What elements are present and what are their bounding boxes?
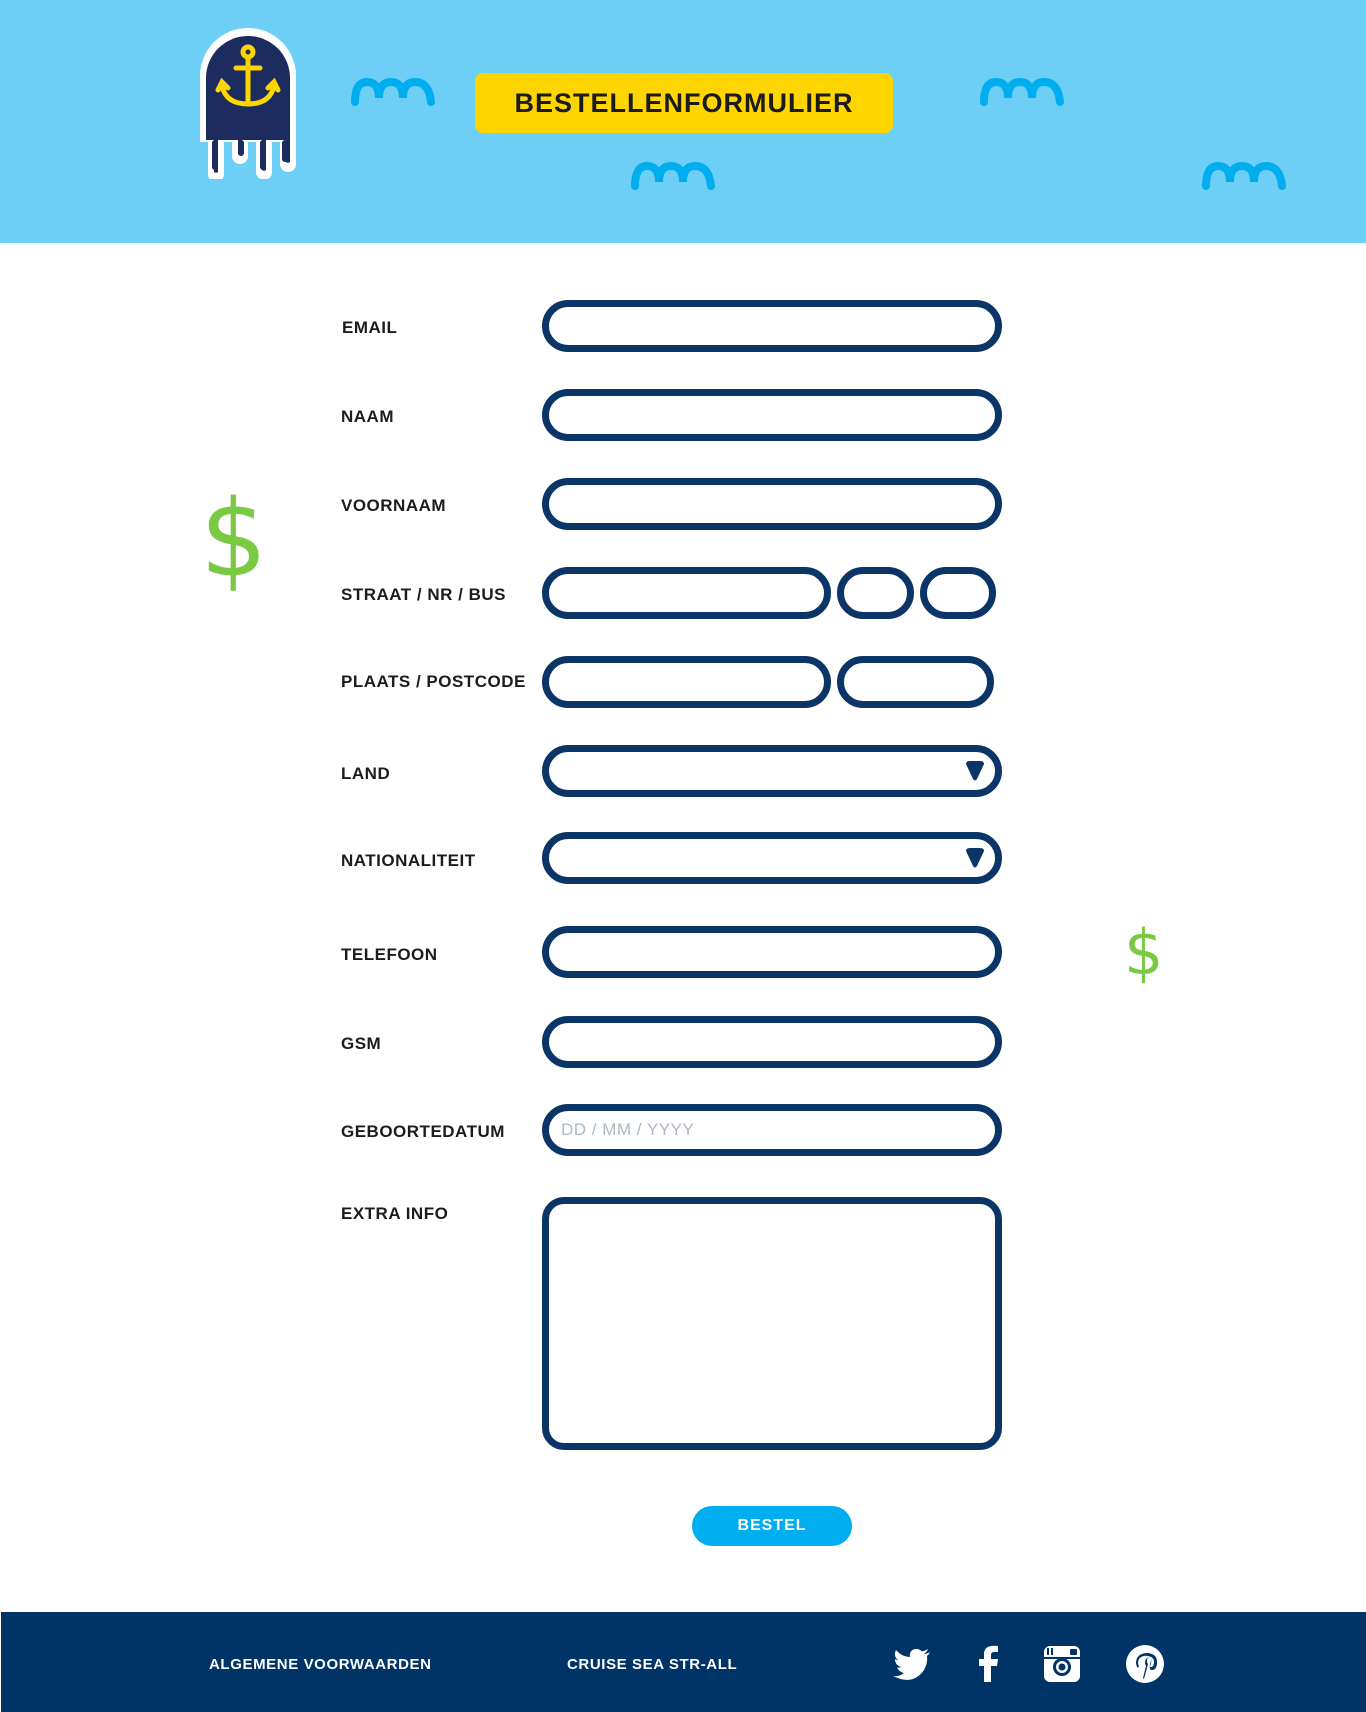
plaats-postcode-label: PLAATS / POSTCODE bbox=[341, 672, 526, 691]
anchor-jellyfish-logo[interactable] bbox=[196, 24, 300, 179]
page-title: BESTELLENFORMULIER bbox=[475, 73, 893, 133]
twitter-icon[interactable] bbox=[890, 1642, 934, 1686]
telefoon-field[interactable] bbox=[542, 926, 1002, 978]
bestel-button[interactable]: BESTEL bbox=[692, 1506, 852, 1546]
nationaliteit-label: NATIONALITEIT bbox=[341, 851, 476, 870]
terms-link[interactable]: ALGEMENE VOORWAARDEN bbox=[209, 1656, 432, 1673]
cruise-sea-str-all-link[interactable]: CRUISE SEA STR-ALL bbox=[567, 1656, 737, 1673]
naam-field[interactable] bbox=[542, 389, 1002, 441]
geboortedatum-label: GEBOORTEDATUM bbox=[341, 1122, 505, 1141]
chevron-down-icon bbox=[966, 848, 984, 868]
gsm-field[interactable] bbox=[542, 1016, 1002, 1068]
city-field[interactable] bbox=[542, 656, 831, 708]
facebook-icon[interactable] bbox=[967, 1642, 1011, 1686]
chevron-down-icon bbox=[966, 761, 984, 781]
geboortedatum-field[interactable]: DD / MM / YYYY bbox=[542, 1104, 1002, 1156]
gsm-label: GSM bbox=[341, 1034, 382, 1053]
email-field[interactable] bbox=[542, 300, 1002, 352]
street-field[interactable] bbox=[542, 567, 831, 619]
email-label: EMAIL bbox=[342, 318, 398, 337]
land-select[interactable] bbox=[542, 745, 1002, 797]
extra-info-textarea[interactable] bbox=[542, 1197, 1002, 1450]
nationaliteit-select[interactable] bbox=[542, 832, 1002, 884]
dollar-sign-icon: $ bbox=[200, 477, 268, 600]
wave-icon bbox=[631, 161, 715, 190]
telefoon-label: TELEFOON bbox=[341, 945, 438, 964]
instagram-icon[interactable] bbox=[1040, 1642, 1084, 1686]
pinterest-icon[interactable] bbox=[1123, 1642, 1167, 1686]
wave-icon bbox=[1202, 161, 1286, 190]
land-label: LAND bbox=[341, 764, 391, 783]
footer: ALGEMENE VOORWAARDEN CRUISE SEA STR-ALL bbox=[1, 1612, 1366, 1712]
voornaam-field[interactable] bbox=[542, 478, 1002, 530]
date-placeholder: DD / MM / YYYY bbox=[561, 1120, 695, 1139]
straat-label: STRAAT / NR / BUS bbox=[341, 585, 506, 604]
postcode-field[interactable] bbox=[837, 656, 994, 708]
extra-info-label: EXTRA INFO bbox=[341, 1204, 449, 1223]
wave-icon bbox=[980, 77, 1064, 106]
bus-field[interactable] bbox=[920, 567, 996, 619]
voornaam-label: VOORNAAM bbox=[341, 496, 447, 515]
house-number-field[interactable] bbox=[837, 567, 914, 619]
dollar-sign-icon: $ bbox=[1124, 916, 1164, 989]
wave-icon bbox=[351, 77, 435, 106]
naam-label: NAAM bbox=[341, 407, 394, 426]
header: BESTELLENFORMULIER bbox=[0, 0, 1366, 243]
